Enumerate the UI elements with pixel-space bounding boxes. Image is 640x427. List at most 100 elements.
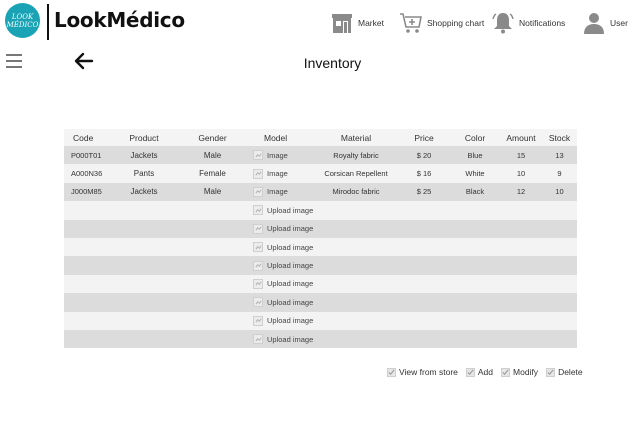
brand-name: LookMédico	[54, 8, 185, 32]
table-row[interactable]: J000M85 Jackets Male Image Mirodoc fabric $ 2…	[64, 182, 577, 202]
column-header-gender[interactable]: Gender	[175, 133, 250, 143]
image-upload-icon[interactable]	[253, 242, 263, 253]
image-upload-icon[interactable]	[253, 260, 263, 271]
view-from-store-checkbox-icon[interactable]	[387, 367, 396, 377]
table-row[interactable]: Upload image	[64, 256, 577, 275]
delete-label: Delete	[558, 367, 583, 377]
image-upload-icon[interactable]	[253, 334, 263, 345]
cell-amount: 15	[516, 150, 526, 160]
view-from-store-label: View from store	[399, 367, 458, 377]
model-label: Image	[267, 169, 288, 179]
cell-model[interactable]: Upload image	[250, 223, 314, 234]
model-label: Upload image	[267, 242, 314, 252]
model-label: Image	[267, 187, 288, 197]
cell-price: $ 16	[416, 169, 432, 179]
nav-market[interactable]: Market	[330, 11, 384, 35]
cell-model[interactable]: Upload image	[250, 297, 314, 308]
table-row[interactable]: P000T01 Jackets Male Image Royalty fabric $ 2…	[64, 146, 577, 165]
column-header-amount[interactable]: Amount	[500, 133, 542, 143]
image-upload-icon[interactable]	[253, 297, 263, 308]
view-from-store-button[interactable]: View from store	[387, 367, 458, 377]
cell-price: $ 25	[416, 187, 432, 197]
modify-label: Modify	[513, 367, 539, 377]
cell-model[interactable]: Image	[250, 186, 314, 197]
column-header-material[interactable]: Material	[314, 133, 398, 143]
logo-divider	[47, 4, 49, 40]
image-upload-icon[interactable]	[253, 205, 263, 216]
user-icon	[584, 13, 604, 34]
cell-material: Corsican Repellent	[324, 169, 388, 179]
cell-gender: Female	[199, 169, 226, 179]
nav-cart-label: Shopping chart	[427, 18, 485, 28]
cell-code: P000T01	[71, 150, 102, 160]
nav-notifications[interactable]: Notifications	[491, 11, 565, 35]
image-upload-icon[interactable]	[253, 168, 263, 179]
cell-material: Royalty fabric	[333, 150, 379, 160]
image-upload-icon[interactable]	[253, 150, 263, 161]
cell-model[interactable]: Upload image	[250, 242, 314, 253]
cell-product: Pants	[133, 169, 155, 179]
table-row[interactable]: Upload image	[64, 329, 577, 349]
cell-model[interactable]: Upload image	[250, 278, 314, 289]
column-header-color[interactable]: Color	[450, 133, 500, 143]
action-bar: View from store Add Modify Delete	[387, 367, 591, 377]
shopping-cart-icon	[400, 13, 422, 33]
cell-stock: 10	[555, 187, 564, 197]
cell-stock: 9	[557, 169, 562, 179]
cell-price: $ 20	[416, 150, 432, 160]
image-upload-icon[interactable]	[253, 278, 263, 289]
image-upload-icon[interactable]	[253, 223, 263, 234]
model-label: Image	[267, 150, 288, 160]
table-row[interactable]: Upload image	[64, 219, 577, 238]
cell-model[interactable]: Upload image	[250, 260, 314, 271]
nav-user[interactable]: User	[582, 11, 628, 35]
model-label: Upload image	[267, 279, 314, 289]
cell-amount: 10	[516, 169, 526, 179]
delete-button[interactable]: Delete	[546, 367, 583, 377]
column-header-stock[interactable]: Stock	[542, 133, 577, 143]
column-header-code[interactable]: Code	[64, 133, 113, 143]
cell-model[interactable]: Upload image	[250, 205, 314, 216]
column-header-model[interactable]: Model	[250, 133, 314, 143]
table-row[interactable]: A000N36 Pants Female Image Corsican Repellen…	[64, 164, 577, 183]
cell-model[interactable]: Image	[250, 150, 314, 161]
cell-model[interactable]: Upload image	[250, 334, 314, 345]
image-upload-icon[interactable]	[253, 315, 263, 326]
cell-color: White	[465, 169, 485, 179]
model-label: Upload image	[267, 334, 314, 344]
cell-product: Jackets	[130, 187, 158, 197]
table-row[interactable]: Upload image	[64, 274, 577, 294]
logo-line-2: MÉDICO	[6, 20, 39, 29]
delete-checkbox-icon[interactable]	[546, 367, 556, 377]
model-label: Upload image	[267, 297, 314, 307]
cell-model[interactable]: Image	[250, 168, 314, 179]
table-row[interactable]: Upload image	[64, 201, 577, 220]
add-checkbox-icon[interactable]	[465, 367, 475, 377]
column-header-product[interactable]: Product	[113, 133, 175, 143]
inventory-table: Code Product Gender Model Material Price…	[64, 129, 577, 349]
model-label: Upload image	[267, 205, 314, 215]
cell-product: Jackets	[130, 150, 158, 160]
brand-logo[interactable]: LOOK MÉDICO	[5, 3, 40, 38]
nav-user-label: User	[610, 18, 628, 28]
model-label: Upload image	[267, 261, 314, 271]
cell-code: J000M85	[71, 187, 102, 197]
logo-line-1: LOOK	[11, 12, 34, 21]
nav-notifications-label: Notifications	[519, 18, 566, 28]
table-row[interactable]: Upload image	[64, 311, 577, 330]
column-header-price[interactable]: Price	[398, 133, 450, 143]
cell-model[interactable]: Upload image	[250, 315, 314, 326]
table-body: P000T01 Jackets Male Image Royalty fabric $ 2…	[64, 146, 577, 349]
table-row[interactable]: Upload image	[64, 237, 577, 257]
app-header: LOOK MÉDICO LookMédico Market Shopping c…	[0, 0, 640, 44]
add-label: Add	[477, 367, 494, 377]
cell-gender: Male	[203, 150, 222, 160]
add-button[interactable]: Add	[465, 367, 494, 377]
nav-shopping-cart[interactable]: Shopping chart	[399, 11, 484, 35]
modify-checkbox-icon[interactable]	[501, 367, 511, 377]
nav-market-label: Market	[358, 18, 384, 28]
modify-button[interactable]: Modify	[501, 367, 538, 377]
model-label: Upload image	[267, 224, 314, 234]
table-row[interactable]: Upload image	[64, 293, 577, 312]
image-upload-icon[interactable]	[253, 186, 263, 197]
